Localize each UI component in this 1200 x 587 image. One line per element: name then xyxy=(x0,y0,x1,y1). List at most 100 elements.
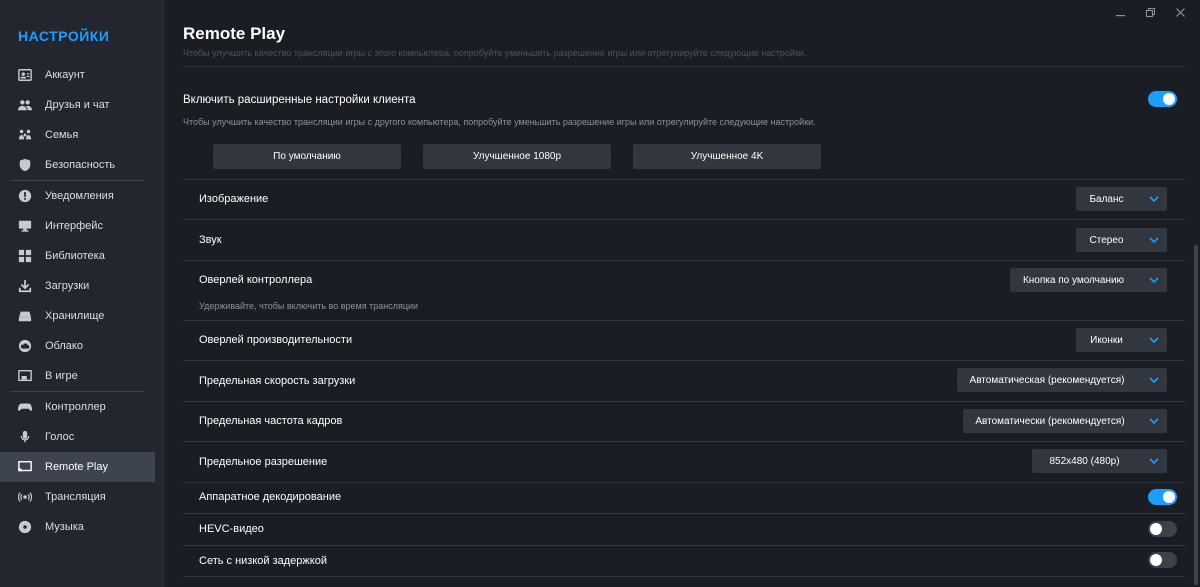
divider xyxy=(183,66,1185,67)
chevron-down-icon xyxy=(1141,449,1167,473)
sidebar-item-label: Загрузки xyxy=(45,280,90,292)
sidebar-item-controller[interactable]: Контроллер xyxy=(0,392,155,422)
toggle-knob xyxy=(1150,523,1162,535)
hevc-toggle[interactable] xyxy=(1148,521,1177,537)
storage-icon xyxy=(17,308,33,324)
preset-default-button[interactable]: По умолчанию xyxy=(213,144,401,169)
download-limit-dropdown[interactable]: Автоматическая (рекомендуется) xyxy=(957,368,1167,392)
sidebar-item-label: Библиотека xyxy=(45,250,105,262)
hw-decoding-toggle[interactable] xyxy=(1148,489,1177,505)
sidebar-item-music[interactable]: Музыка xyxy=(0,512,155,542)
toggle-knob xyxy=(1163,93,1175,105)
sidebar-item-label: Голос xyxy=(45,431,75,443)
main-panel: Remote Play Чтобы улучшить качество тран… xyxy=(165,0,1200,587)
advanced-settings-label: Включить расширенные настройки клиента xyxy=(183,94,416,106)
sidebar-item-cloud[interactable]: Облако xyxy=(0,331,155,361)
sidebar: НАСТРОЙКИ Аккаунт Друзья и чат Семья Без… xyxy=(0,0,165,587)
sidebar-item-friends[interactable]: Друзья и чат xyxy=(0,90,155,120)
divider xyxy=(183,545,1185,546)
monitor-icon xyxy=(17,218,33,234)
advanced-settings-description: Чтобы улучшить качество трансляции игры … xyxy=(183,117,816,127)
controller-overlay-description: Удерживайте, чтобы включить во время тра… xyxy=(199,301,419,311)
chevron-down-icon xyxy=(1141,328,1167,352)
sidebar-item-label: Трансляция xyxy=(45,491,106,503)
sidebar-item-ingame[interactable]: В игре xyxy=(0,361,155,391)
download-limit-label: Предельная скорость загрузки xyxy=(199,375,356,387)
remote-play-icon xyxy=(17,459,33,475)
sidebar-item-interface[interactable]: Интерфейс xyxy=(0,211,155,241)
divider xyxy=(183,179,1185,180)
sidebar-item-label: Облако xyxy=(45,340,83,352)
sidebar-item-label: Контроллер xyxy=(45,401,106,413)
scrollbar[interactable] xyxy=(1194,245,1198,585)
sidebar-item-label: В игре xyxy=(45,370,78,382)
chevron-down-icon xyxy=(1141,228,1167,252)
library-icon xyxy=(17,248,33,264)
cloud-icon xyxy=(17,338,33,354)
divider xyxy=(183,482,1185,483)
chevron-down-icon xyxy=(1141,187,1167,211)
hw-decoding-label: Аппаратное декодирование xyxy=(199,491,342,503)
sidebar-item-voice[interactable]: Голос xyxy=(0,422,155,452)
account-icon xyxy=(17,67,33,83)
preset-1080p-button[interactable]: Улучшенное 1080p xyxy=(423,144,611,169)
divider xyxy=(183,320,1185,321)
sidebar-item-label: Друзья и чат xyxy=(45,99,110,111)
dropdown-value: Автоматическая (рекомендуется) xyxy=(969,374,1125,386)
sidebar-item-label: Хранилище xyxy=(45,310,105,322)
close-icon[interactable] xyxy=(1174,6,1186,18)
friends-icon xyxy=(17,97,33,113)
restore-icon[interactable] xyxy=(1144,6,1156,18)
dropdown-value: Автоматически (рекомендуется) xyxy=(975,415,1125,427)
music-icon xyxy=(17,519,33,535)
chevron-down-icon xyxy=(1141,368,1167,392)
toggle-knob xyxy=(1150,554,1162,566)
divider xyxy=(183,260,1185,261)
advanced-settings-toggle[interactable] xyxy=(1148,91,1177,107)
resolution-limit-label: Предельное разрешение xyxy=(199,456,328,468)
scrolled-description: Чтобы улучшить качество трансляции игры … xyxy=(183,48,807,58)
sidebar-item-notifications[interactable]: Уведомления xyxy=(0,181,155,211)
divider xyxy=(183,576,1185,577)
sidebar-item-broadcast[interactable]: Трансляция xyxy=(0,482,155,512)
broadcast-icon xyxy=(17,489,33,505)
sidebar-item-label: Семья xyxy=(45,129,79,141)
performance-overlay-dropdown[interactable]: Иконки xyxy=(1076,328,1167,352)
family-icon xyxy=(17,127,33,143)
controller-overlay-dropdown[interactable]: Кнопка по умолчанию xyxy=(1010,268,1167,292)
sidebar-item-security[interactable]: Безопасность xyxy=(0,150,155,180)
minimize-icon[interactable] xyxy=(1114,6,1126,18)
divider xyxy=(183,219,1185,220)
sidebar-item-label: Remote Play xyxy=(45,461,108,473)
chevron-down-icon xyxy=(1141,268,1167,292)
sound-dropdown[interactable]: Стерео xyxy=(1076,228,1167,252)
sidebar-item-label: Безопасность xyxy=(45,159,116,171)
microphone-icon xyxy=(17,429,33,445)
sidebar-item-library[interactable]: Библиотека xyxy=(0,241,155,271)
divider xyxy=(183,513,1185,514)
image-dropdown[interactable]: Баланс xyxy=(1076,187,1167,211)
sidebar-item-remote-play[interactable]: Remote Play xyxy=(0,452,155,482)
chevron-down-icon xyxy=(1141,409,1167,433)
notification-icon xyxy=(17,188,33,204)
performance-overlay-label: Оверлей производительности xyxy=(199,334,353,346)
dropdown-value: Стерео xyxy=(1089,234,1124,246)
preset-4k-button[interactable]: Улучшенное 4K xyxy=(633,144,821,169)
sidebar-nav: Аккаунт Друзья и чат Семья Безопасность … xyxy=(0,60,165,542)
page-title: Remote Play xyxy=(183,24,286,43)
framerate-limit-label: Предельная частота кадров xyxy=(199,415,343,427)
sidebar-item-downloads[interactable]: Загрузки xyxy=(0,271,155,301)
dropdown-value: Баланс xyxy=(1089,193,1124,205)
resolution-limit-dropdown[interactable]: 852x480 (480p) xyxy=(1032,449,1167,473)
sidebar-item-account[interactable]: Аккаунт xyxy=(0,60,155,90)
framerate-limit-dropdown[interactable]: Автоматически (рекомендуется) xyxy=(963,409,1167,433)
sidebar-item-family[interactable]: Семья xyxy=(0,120,155,150)
dropdown-value: Кнопка по умолчанию xyxy=(1022,274,1125,286)
shield-icon xyxy=(17,157,33,173)
low-latency-toggle[interactable] xyxy=(1148,552,1177,568)
sidebar-item-storage[interactable]: Хранилище xyxy=(0,301,155,331)
download-icon xyxy=(17,278,33,294)
dropdown-value: 852x480 (480p) xyxy=(1049,455,1120,467)
image-label: Изображение xyxy=(199,193,269,205)
controller-overlay-label: Оверлей контроллера xyxy=(199,274,313,286)
